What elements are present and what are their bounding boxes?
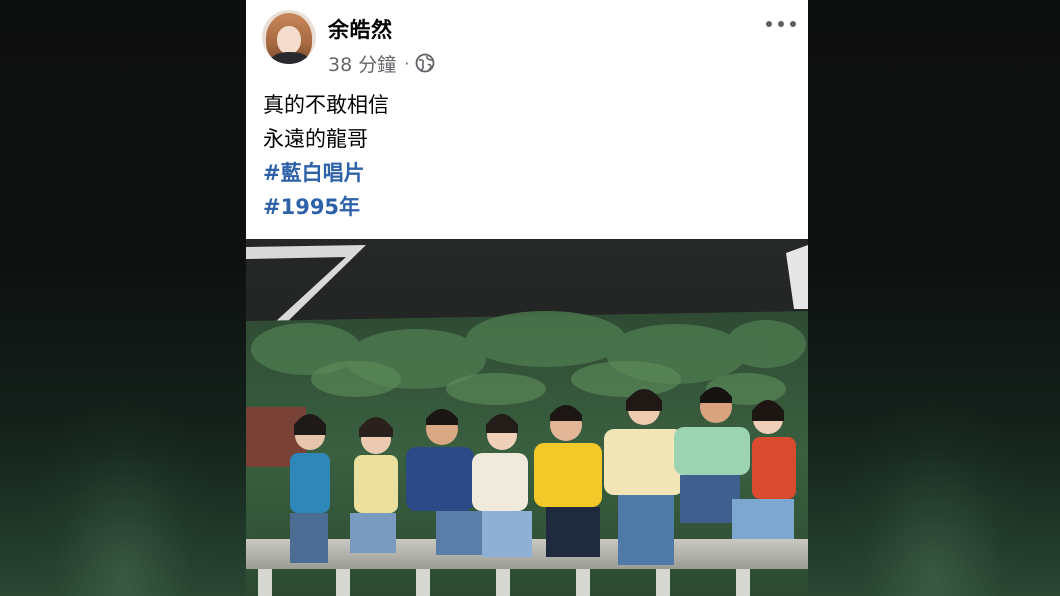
blurred-background-left: [0, 0, 246, 596]
facebook-post: 余皓然 38 分鐘 · 真的不敢相信 永遠的龍哥 #藍白唱片 #1995年: [246, 0, 808, 596]
post-photo[interactable]: [246, 239, 808, 596]
post-header: 余皓然 38 分鐘 ·: [246, 0, 808, 80]
hashtag-link-1[interactable]: #藍白唱片: [263, 156, 793, 190]
post-meta: 38 分鐘 ·: [328, 50, 435, 77]
blurred-background-right: [808, 0, 1060, 596]
post-text-line-2: 永遠的龍哥: [263, 127, 368, 151]
more-options-icon[interactable]: [766, 12, 796, 36]
screenshot-stage: 余皓然 38 分鐘 · 真的不敢相信 永遠的龍哥 #藍白唱片 #1995年: [0, 0, 1060, 596]
avatar[interactable]: [262, 10, 316, 64]
group-photo-image: [246, 239, 808, 596]
post-body: 真的不敢相信 永遠的龍哥 #藍白唱片 #1995年: [263, 88, 793, 224]
post-text-line-1: 真的不敢相信: [263, 93, 389, 117]
globe-icon[interactable]: [415, 53, 435, 73]
meta-separator: ·: [404, 53, 410, 73]
hashtag-link-2[interactable]: #1995年: [263, 190, 793, 224]
post-timestamp[interactable]: 38 分鐘: [328, 50, 396, 77]
author-name[interactable]: 余皓然: [328, 14, 393, 44]
